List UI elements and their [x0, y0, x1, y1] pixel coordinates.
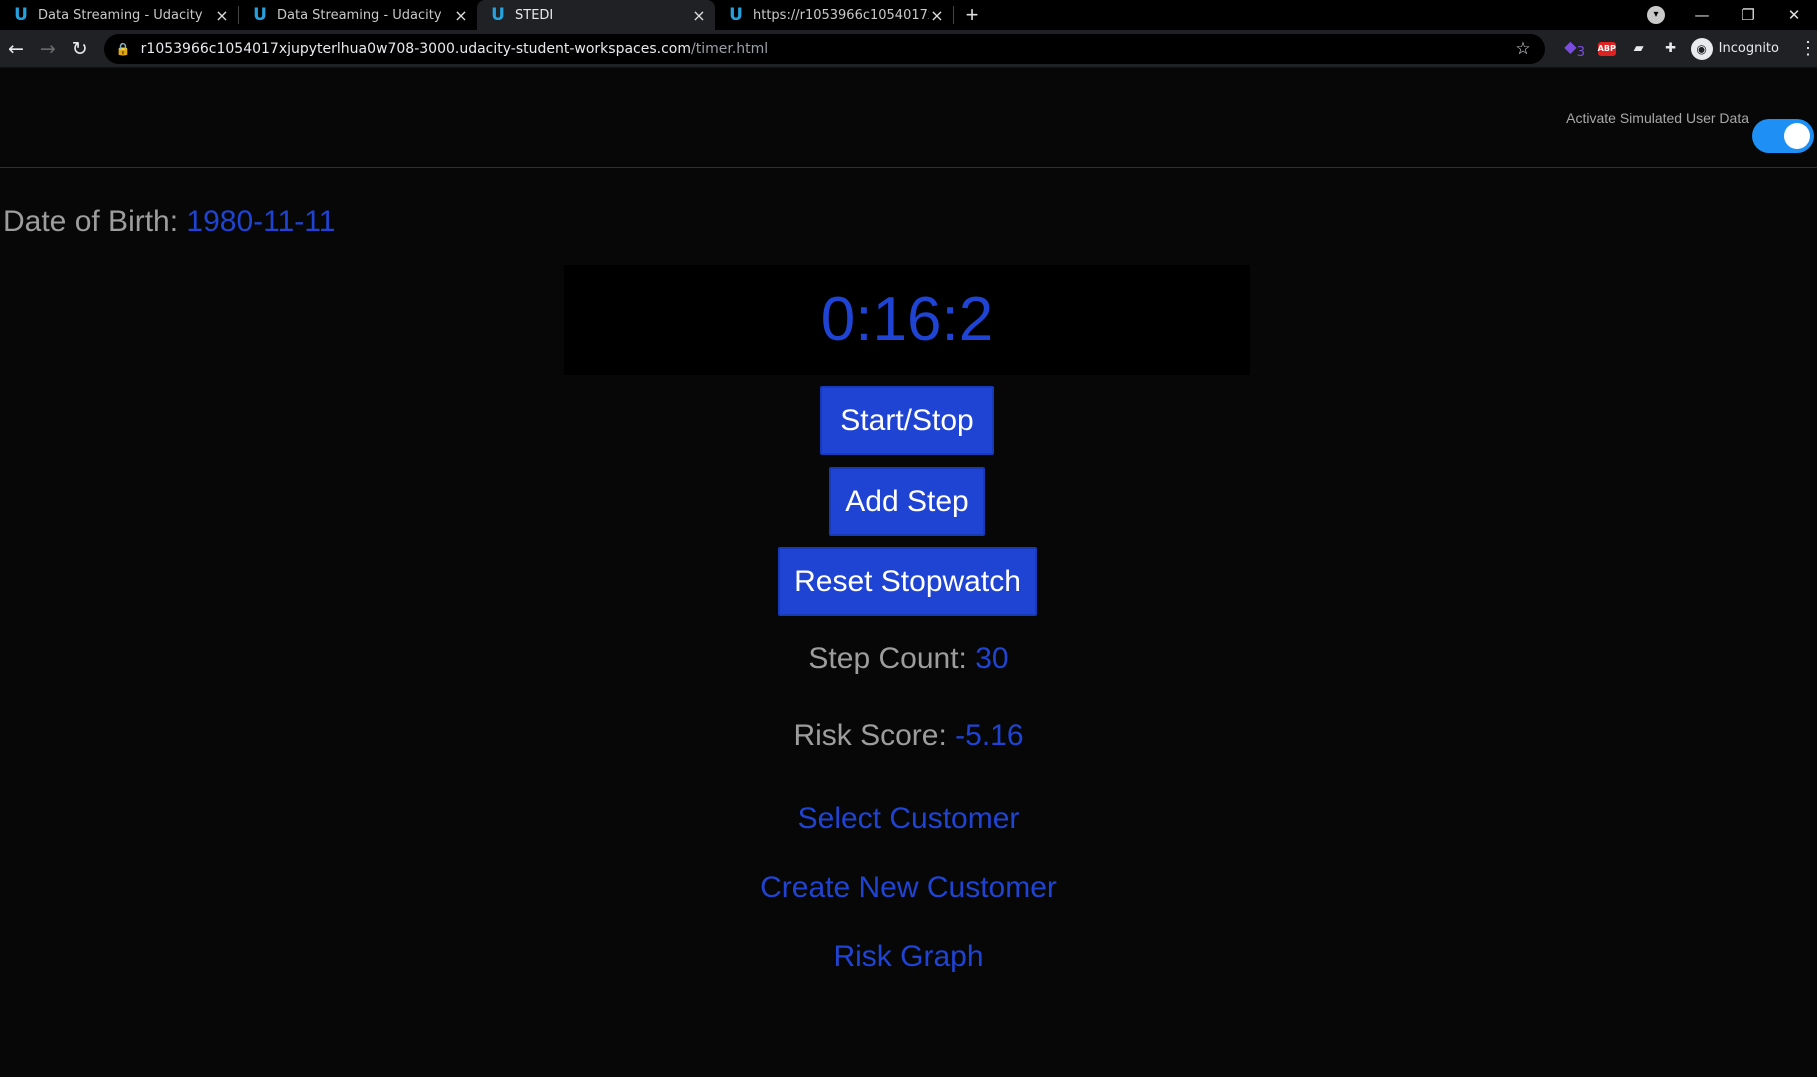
tab-title: STEDI — [515, 7, 554, 23]
risk-graph-link[interactable]: Risk Graph — [0, 940, 1817, 974]
puzzle-icon[interactable]: ✚ — [1655, 41, 1687, 56]
adblock-icon[interactable]: ABP — [1597, 41, 1616, 56]
page-header: Activate Simulated User Data — [0, 69, 1817, 168]
simulation-toggle[interactable] — [1752, 119, 1814, 153]
add-step-button[interactable]: Add Step — [829, 467, 985, 536]
close-icon[interactable]: × — [929, 6, 945, 25]
browser-toolbar: ← → ↻ 🔒 r1053966c1054017xjupyterlhua0w70… — [0, 30, 1817, 68]
tab-title: Data Streaming - Udacity — [277, 7, 442, 23]
close-icon[interactable]: × — [453, 6, 469, 25]
extension-icon[interactable]: ◆3 — [1559, 37, 1591, 60]
step-count: Step Count: 30 — [0, 642, 1817, 676]
dob-label: Date of Birth: — [3, 205, 179, 238]
tab-search-icon[interactable]: ▾ — [1647, 6, 1665, 24]
minimize-icon[interactable]: — — [1679, 6, 1725, 24]
udacity-icon: U — [491, 5, 505, 25]
create-customer-link[interactable]: Create New Customer — [0, 871, 1817, 905]
risk-score-value: -5.16 — [955, 719, 1024, 752]
udacity-icon: U — [14, 5, 28, 25]
forward-arrow-icon[interactable]: → — [32, 38, 64, 60]
window-controls: ▾ — ❐ ✕ — [1647, 0, 1817, 30]
tab-title: Data Streaming - Udacity — [38, 7, 203, 23]
bookmark-star-icon[interactable]: ☆ — [1515, 39, 1530, 59]
incognito-icon: ◉ — [1690, 37, 1713, 60]
close-window-icon[interactable]: ✕ — [1771, 6, 1817, 24]
simulation-toggle-label: Activate Simulated User Data — [1566, 110, 1749, 126]
url-host: r1053966c1054017xjupyterlhua0w708-3000.u… — [140, 40, 691, 57]
extensions-area: ◆3 ABP ▰ ✚ ◉ Incognito ⋮ — [1559, 37, 1817, 60]
select-customer-link[interactable]: Select Customer — [0, 802, 1817, 836]
lock-icon[interactable]: 🔒 — [116, 42, 131, 56]
browser-tab-strip: U Data Streaming - Udacity × U Data Stre… — [0, 0, 1817, 30]
menu-dots-icon[interactable]: ⋮ — [1799, 38, 1817, 59]
close-icon[interactable]: × — [214, 6, 230, 25]
browser-tab[interactable]: U https://r1053966c1054017xjupyt × — [715, 0, 953, 30]
browser-tab[interactable]: U Data Streaming - Udacity × — [239, 0, 477, 30]
restore-icon[interactable]: ❐ — [1725, 6, 1771, 24]
stopwatch-time: 0:16:2 — [820, 285, 994, 354]
stopwatch-display: 0:16:2 — [564, 265, 1250, 375]
page-content: Activate Simulated User Data Date of Bir… — [0, 69, 1817, 1077]
step-count-label: Step Count: — [808, 642, 967, 675]
reset-stopwatch-button[interactable]: Reset Stopwatch — [778, 547, 1037, 616]
url-path: /timer.html — [691, 40, 769, 57]
tab-title: https://r1053966c1054017xjupyt — [753, 7, 929, 23]
browser-tab[interactable]: U Data Streaming - Udacity × — [0, 0, 238, 30]
close-icon[interactable]: × — [691, 6, 707, 25]
incognito-profile[interactable]: ◉ Incognito — [1690, 37, 1779, 60]
reload-icon[interactable]: ↻ — [64, 38, 96, 60]
risk-score: Risk Score: -5.16 — [0, 719, 1817, 753]
udacity-icon: U — [729, 5, 743, 25]
toggle-knob — [1784, 123, 1810, 149]
step-count-value: 30 — [975, 642, 1009, 675]
udacity-icon: U — [253, 5, 267, 25]
new-tab-button[interactable]: + — [954, 0, 990, 30]
address-bar[interactable]: 🔒 r1053966c1054017xjupyterlhua0w708-3000… — [103, 33, 1545, 64]
date-of-birth: Date of Birth: 1980-11-11 — [3, 205, 335, 239]
start-stop-button[interactable]: Start/Stop — [820, 386, 994, 455]
incognito-label: Incognito — [1718, 41, 1779, 56]
risk-score-label: Risk Score: — [793, 719, 947, 752]
dob-value: 1980-11-11 — [186, 205, 336, 238]
back-arrow-icon[interactable]: ← — [0, 38, 32, 60]
extension-icon[interactable]: ▰ — [1623, 41, 1655, 56]
extension-badge: 3 — [1576, 45, 1586, 61]
browser-tab-active[interactable]: U STEDI × — [477, 0, 715, 30]
